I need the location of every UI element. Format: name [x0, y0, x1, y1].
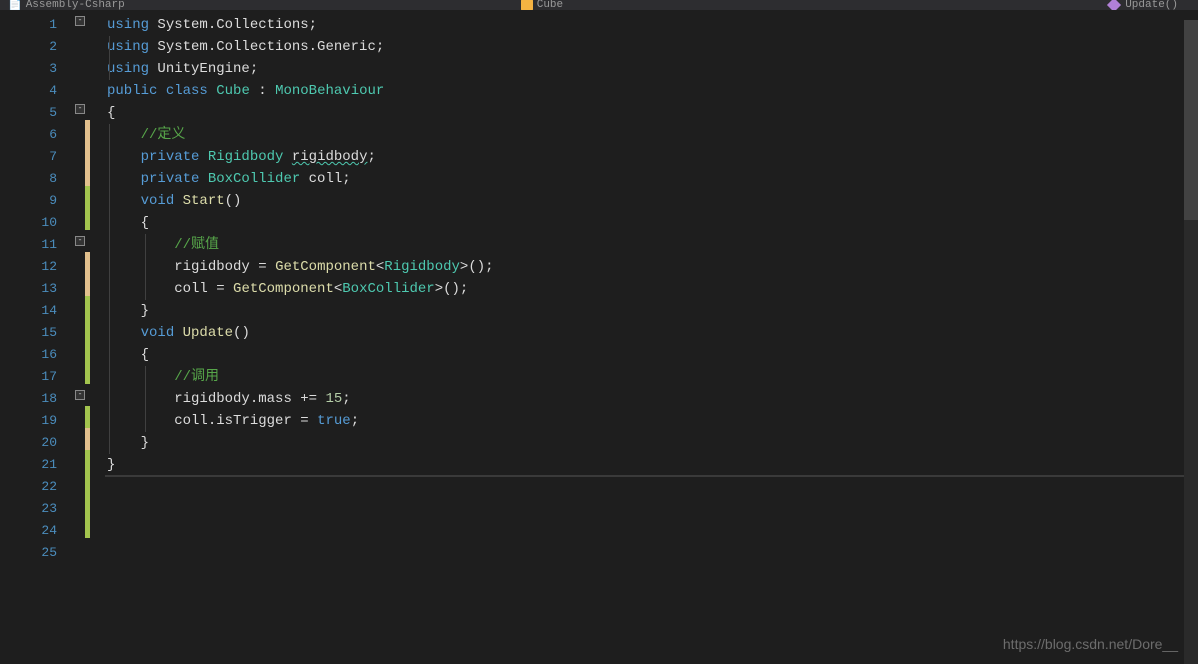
- code-line: }: [105, 454, 1198, 476]
- code-line: using UnityEngine;: [105, 58, 1198, 80]
- line-number: 20: [0, 432, 75, 454]
- change-marker: [85, 516, 90, 538]
- line-number: 12: [0, 256, 75, 278]
- code-line: {: [105, 344, 1198, 366]
- line-number: 19: [0, 410, 75, 432]
- code-line: //定义: [105, 124, 1198, 146]
- nav-project-label: Assembly-Csharp: [26, 0, 125, 10]
- line-number: 4: [0, 80, 75, 102]
- change-marker: [85, 318, 90, 340]
- nav-class-label: Cube: [537, 0, 563, 10]
- change-marker: [85, 296, 90, 318]
- line-number: 9: [0, 190, 75, 212]
- method-icon: [1107, 0, 1121, 10]
- fold-icon[interactable]: -: [75, 16, 85, 26]
- line-number: 5: [0, 102, 75, 124]
- line-number: 23: [0, 498, 75, 520]
- line-number: 15: [0, 322, 75, 344]
- change-marker: [85, 362, 90, 384]
- code-line: private BoxCollider coll;: [105, 168, 1198, 190]
- line-number: 25: [0, 542, 75, 564]
- nav-class[interactable]: Cube: [513, 0, 571, 10]
- change-marker: [85, 450, 90, 472]
- nav-method[interactable]: Update(): [1109, 0, 1198, 10]
- nav-method-label: Update(): [1125, 0, 1178, 10]
- line-number: 11: [0, 234, 75, 256]
- change-marker: [85, 494, 90, 516]
- class-icon: [521, 0, 533, 10]
- line-number: 7: [0, 146, 75, 168]
- change-marker: [85, 340, 90, 362]
- nav-project[interactable]: 📄 Assembly-Csharp: [0, 0, 133, 10]
- line-number: 1: [0, 14, 75, 36]
- change-marker: [85, 164, 90, 186]
- line-number: 2: [0, 36, 75, 58]
- code-line: rigidbody = GetComponent<Rigidbody>();: [105, 256, 1198, 278]
- line-number-gutter: 1 2 3 4 5 6 7 8 9 10 11 12 13 14 15 16 1…: [0, 10, 75, 664]
- cursor-line: [105, 475, 1198, 477]
- line-number: 18: [0, 388, 75, 410]
- editor-margin: - - - -: [75, 10, 105, 664]
- line-number: 22: [0, 476, 75, 498]
- watermark: https://blog.csdn.net/Dore__: [1003, 636, 1178, 652]
- fold-icon[interactable]: -: [75, 236, 85, 246]
- code-line: void Start(): [105, 190, 1198, 212]
- fold-icon[interactable]: -: [75, 390, 85, 400]
- line-number: 14: [0, 300, 75, 322]
- code-content[interactable]: using System.Collections; using System.C…: [105, 10, 1198, 664]
- line-number: 21: [0, 454, 75, 476]
- code-line: using System.Collections.Generic;: [105, 36, 1198, 58]
- code-line: using System.Collections;: [105, 14, 1198, 36]
- change-marker: [85, 472, 90, 494]
- scrollbar-thumb[interactable]: [1184, 20, 1198, 220]
- code-line: }: [105, 300, 1198, 322]
- line-number: 16: [0, 344, 75, 366]
- change-marker: [85, 428, 90, 450]
- code-line: private Rigidbody rigidbody;: [105, 146, 1198, 168]
- change-marker: [85, 252, 90, 274]
- code-line: coll = GetComponent<BoxCollider>();: [105, 278, 1198, 300]
- vertical-scrollbar[interactable]: [1184, 20, 1198, 664]
- code-line: {: [105, 212, 1198, 234]
- change-marker: [85, 120, 90, 142]
- code-line: {: [105, 102, 1198, 124]
- fold-icon[interactable]: -: [75, 104, 85, 114]
- code-line: void Update(): [105, 322, 1198, 344]
- code-line: public class Cube : MonoBehaviour: [105, 80, 1198, 102]
- line-number: 24: [0, 520, 75, 542]
- code-line: //调用: [105, 366, 1198, 388]
- change-marker: [85, 208, 90, 230]
- code-editor[interactable]: 1 2 3 4 5 6 7 8 9 10 11 12 13 14 15 16 1…: [0, 10, 1198, 664]
- change-marker: [85, 142, 90, 164]
- change-marker: [85, 186, 90, 208]
- line-number: 10: [0, 212, 75, 234]
- line-number: 8: [0, 168, 75, 190]
- line-number: 6: [0, 124, 75, 146]
- change-marker: [85, 274, 90, 296]
- line-number: 17: [0, 366, 75, 388]
- csharp-icon: 📄: [8, 0, 22, 10]
- navigation-bar: 📄 Assembly-Csharp Cube Update(): [0, 0, 1198, 10]
- code-line: }: [105, 432, 1198, 454]
- change-marker: [85, 406, 90, 428]
- code-line: coll.isTrigger = true;: [105, 410, 1198, 432]
- line-number: 3: [0, 58, 75, 80]
- code-line: rigidbody.mass += 15;: [105, 388, 1198, 410]
- line-number: 13: [0, 278, 75, 300]
- code-line: //赋值: [105, 234, 1198, 256]
